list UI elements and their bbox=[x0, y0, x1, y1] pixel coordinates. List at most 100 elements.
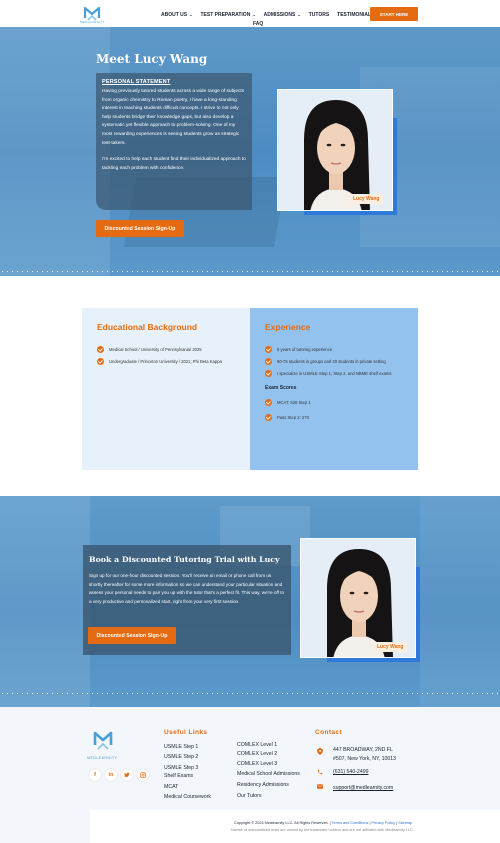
check-circle-icon bbox=[265, 370, 272, 377]
list-item-text: 50-75 students in groups and 20 students… bbox=[277, 359, 386, 364]
page-title: Meet Lucy Wang bbox=[96, 52, 208, 66]
twitter-bird-icon bbox=[124, 772, 130, 778]
trial-title: Book a Discounted Tutoring Trial with Lu… bbox=[89, 555, 280, 564]
menu-label: ABOUT US bbox=[161, 12, 188, 18]
useful-links-heading: Useful Links bbox=[164, 729, 208, 736]
experience-panel: Experience 6 years of tutoring experienc… bbox=[250, 308, 418, 470]
tutor-name-tag: Lucy Wang bbox=[373, 642, 408, 652]
list-item-text: MCAT: 528 Step 1 bbox=[277, 400, 311, 405]
instagram-icon[interactable] bbox=[137, 769, 149, 781]
privacy-link[interactable]: Privacy Policy bbox=[372, 821, 396, 825]
list-item-text: I specialize in USMLE Step 1, Step 2, an… bbox=[277, 371, 392, 376]
sitemap-link[interactable]: Sitemap bbox=[398, 821, 412, 825]
statement-paragraph: Having previously tutored students acros… bbox=[102, 89, 245, 146]
footer-link-our-tutors[interactable]: Our Tutors bbox=[237, 793, 262, 799]
menu-item-admissions[interactable]: ADMISSIONS ⌄ bbox=[264, 12, 301, 18]
copyright-text: Copyright © 2024 Medlearnity LLC. All Ri… bbox=[234, 821, 413, 825]
email-link[interactable]: support@medlearnity.com bbox=[333, 784, 393, 792]
list-item-text: Medical School / University of Pennsylva… bbox=[109, 347, 202, 352]
footer-link-medical-coursework[interactable]: Medical Coursework bbox=[164, 794, 211, 800]
trial-signup-section: Book a Discounted Tutoring Trial with Lu… bbox=[0, 496, 500, 707]
tutor-name-tag: Lucy Wang bbox=[349, 194, 384, 204]
discounted-session-signup-button[interactable]: Discounted Session Sign-Up bbox=[88, 627, 176, 644]
main-menu: ABOUT US ⌄ TEST PREPARATION ⌄ ADMISSIONS ⌄ … bbox=[161, 12, 374, 18]
menu-item-tutors[interactable]: TUTORS bbox=[309, 12, 329, 18]
background-photo-overlay bbox=[0, 496, 90, 707]
start-here-button[interactable]: START HERE bbox=[370, 7, 418, 21]
footer-link-usmle-step-1[interactable]: USMLE Step 1 bbox=[164, 744, 198, 750]
footer-link-usmle-step-3[interactable]: USMLE Step 3 bbox=[164, 765, 198, 771]
background-experience-section: Educational Background Medical School / … bbox=[82, 308, 418, 470]
address-line-1: 447 BROADWAY, 2ND FL bbox=[333, 747, 393, 753]
footer-link-residency-admissions[interactable]: Residency Admissions bbox=[237, 782, 289, 788]
check-circle-icon bbox=[265, 346, 272, 353]
menu-item-test-preparation[interactable]: TEST PREPARATION ⌄ bbox=[200, 12, 255, 18]
dotted-divider bbox=[0, 270, 500, 273]
education-title: Educational Background bbox=[97, 322, 198, 332]
twitter-icon[interactable] bbox=[121, 769, 133, 781]
phone-icon bbox=[316, 769, 324, 777]
check-circle-icon bbox=[265, 414, 272, 421]
exam-scores-title: Exam Scores bbox=[265, 385, 297, 391]
footer-link-comlex-level-2[interactable]: COMLEX Level 2 bbox=[237, 751, 277, 757]
copyright-notice: Copyright © 2024 Medlearnity LLC. All Ri… bbox=[234, 821, 331, 825]
footer-link-comlex-level-1[interactable]: COMLEX Level 1 bbox=[237, 742, 277, 748]
list-item: Undergraduate / Princeton University / 2… bbox=[97, 358, 235, 365]
check-circle-icon bbox=[265, 358, 272, 365]
check-circle-icon bbox=[97, 346, 104, 353]
instagram-glyph-icon bbox=[140, 772, 146, 778]
location-pin-icon bbox=[316, 748, 324, 756]
site-header: MEDLEARNITY ABOUT US ⌄ TEST PREPARATION ⌄ … bbox=[0, 0, 500, 27]
tutor-photo-frame: Lucy Wang bbox=[300, 538, 420, 664]
check-circle-icon bbox=[97, 358, 104, 365]
trial-description: Sign up for our one-hour discounted sess… bbox=[89, 573, 285, 604]
list-item-text: Pass Step 2: 270 bbox=[277, 415, 309, 420]
linkedin-icon[interactable]: in bbox=[105, 769, 117, 781]
background-photo-overlay bbox=[420, 496, 500, 707]
tutor-portrait-icon bbox=[301, 539, 415, 657]
list-item-text: Undergraduate / Princeton University / 2… bbox=[109, 359, 222, 364]
phone-link[interactable]: (631) 540-2499 bbox=[333, 768, 368, 776]
background-photo-overlay bbox=[0, 27, 110, 276]
menu-item-testimonials[interactable]: TESTIMONIALS bbox=[337, 12, 374, 18]
chevron-down-icon: ⌄ bbox=[252, 12, 256, 17]
logo-text: MEDLEARNITY bbox=[80, 20, 105, 24]
statement-paragraph: I'm excited to help each student find th… bbox=[102, 157, 246, 171]
tutor-photo bbox=[300, 538, 416, 658]
statement-heading: PERSONAL STATEMENT bbox=[102, 79, 171, 85]
tutor-hero: Meet Lucy Wang PERSONAL STATEMENT Having… bbox=[0, 27, 500, 276]
contact-heading: Contact bbox=[315, 729, 342, 736]
footer-link-usmle-step-2[interactable]: USMLE Step 2 bbox=[164, 754, 198, 760]
dotted-divider bbox=[0, 692, 500, 695]
terms-link[interactable]: Terms and Conditions bbox=[332, 821, 369, 825]
footer-link-shelf-exams[interactable]: Shelf Exams bbox=[164, 773, 193, 779]
list-item: Pass Step 2: 270 bbox=[265, 414, 403, 421]
footer-link-mcat[interactable]: MCAT bbox=[164, 784, 178, 790]
list-item: Medical School / University of Pennsylva… bbox=[97, 346, 235, 353]
list-item: 6 years of tutoring experience bbox=[265, 346, 403, 353]
personal-statement-card: PERSONAL STATEMENT Having previously tut… bbox=[96, 73, 252, 210]
education-list: Medical School / University of Pennsylva… bbox=[97, 346, 235, 365]
tutor-portrait-icon bbox=[278, 90, 392, 210]
tutor-photo bbox=[277, 89, 393, 211]
discounted-session-signup-button[interactable]: Discounted Session Sign-Up bbox=[96, 220, 184, 237]
chevron-down-icon: ⌄ bbox=[189, 12, 193, 17]
facebook-icon[interactable]: f bbox=[89, 769, 101, 781]
list-item-text: 6 years of tutoring experience bbox=[277, 347, 333, 352]
copyright-bar: Copyright © 2024 Medlearnity LLC. All Ri… bbox=[90, 810, 500, 843]
footer-link-medical-school-admissions[interactable]: Medical School Admissions bbox=[237, 771, 300, 777]
tutor-photo-frame: Lucy Wang bbox=[277, 89, 397, 215]
chevron-down-icon: ⌄ bbox=[297, 12, 301, 17]
list-item: I specialize in USMLE Step 1, Step 2, an… bbox=[265, 370, 403, 377]
menu-item-about-us[interactable]: ABOUT US ⌄ bbox=[161, 12, 192, 18]
social-links: f in bbox=[89, 769, 149, 781]
envelope-icon bbox=[316, 784, 324, 792]
footer-link-comlex-level-3[interactable]: COMLEX Level 3 bbox=[237, 761, 277, 767]
educational-background-panel: Educational Background Medical School / … bbox=[82, 308, 250, 470]
medlearnity-logo-icon[interactable] bbox=[92, 728, 114, 752]
logo-text: MEDLEARNITY bbox=[87, 756, 118, 760]
experience-list: 6 years of tutoring experience 50-75 stu… bbox=[265, 346, 403, 377]
menu-label: TEST PREPARATION bbox=[200, 12, 251, 18]
check-circle-icon bbox=[265, 399, 272, 406]
list-item: 50-75 students in groups and 20 students… bbox=[265, 358, 403, 365]
